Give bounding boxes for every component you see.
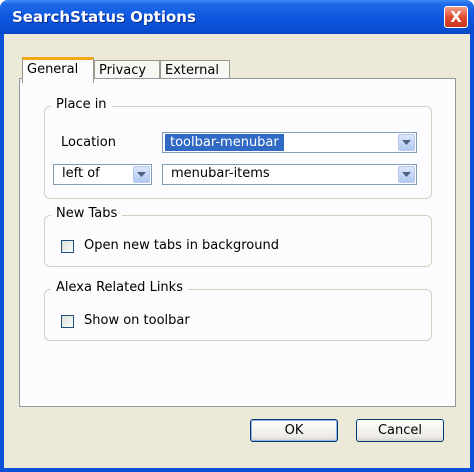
tab-external-label: External bbox=[165, 63, 219, 78]
location-label: Location bbox=[61, 135, 116, 150]
chevron-down-icon bbox=[137, 172, 146, 177]
alexa-legend: Alexa Related Links bbox=[51, 280, 188, 295]
dialog-body: General Privacy External Place in Locati… bbox=[4, 34, 470, 468]
position-dropdown-button[interactable] bbox=[133, 166, 150, 183]
close-icon: X bbox=[450, 8, 462, 26]
position-select-value: left of bbox=[62, 166, 100, 181]
new-tabs-legend: New Tabs bbox=[51, 206, 123, 221]
cancel-button[interactable]: Cancel bbox=[356, 419, 444, 442]
location-select-value: toolbar-menubar bbox=[165, 134, 284, 151]
tab-privacy-label: Privacy bbox=[99, 63, 147, 78]
position-select[interactable]: left of bbox=[53, 164, 152, 185]
location-select[interactable]: toolbar-menubar bbox=[162, 132, 417, 153]
title-bar[interactable]: SearchStatus Options X bbox=[0, 0, 474, 34]
tab-panel-general: Place in Location toolbar-menubar left o… bbox=[19, 78, 456, 407]
chevron-down-icon bbox=[402, 172, 411, 177]
show-on-toolbar-label[interactable]: Show on toolbar bbox=[84, 313, 190, 328]
ok-button[interactable]: OK bbox=[250, 419, 338, 442]
tab-general[interactable]: General bbox=[22, 57, 94, 83]
anchor-select[interactable]: menubar-items bbox=[162, 164, 417, 185]
location-dropdown-button[interactable] bbox=[398, 134, 415, 151]
dialog-window: SearchStatus Options X General Privacy E… bbox=[0, 0, 474, 472]
place-in-legend: Place in bbox=[51, 97, 112, 112]
close-button[interactable]: X bbox=[444, 6, 468, 28]
tab-general-label: General bbox=[27, 62, 79, 77]
open-in-background-checkbox[interactable] bbox=[61, 240, 74, 253]
open-in-background-label[interactable]: Open new tabs in background bbox=[84, 238, 279, 253]
window-title: SearchStatus Options bbox=[12, 8, 196, 26]
anchor-select-value: menubar-items bbox=[171, 166, 270, 181]
anchor-dropdown-button[interactable] bbox=[398, 166, 415, 183]
chevron-down-icon bbox=[402, 140, 411, 145]
show-on-toolbar-checkbox[interactable] bbox=[61, 315, 74, 328]
